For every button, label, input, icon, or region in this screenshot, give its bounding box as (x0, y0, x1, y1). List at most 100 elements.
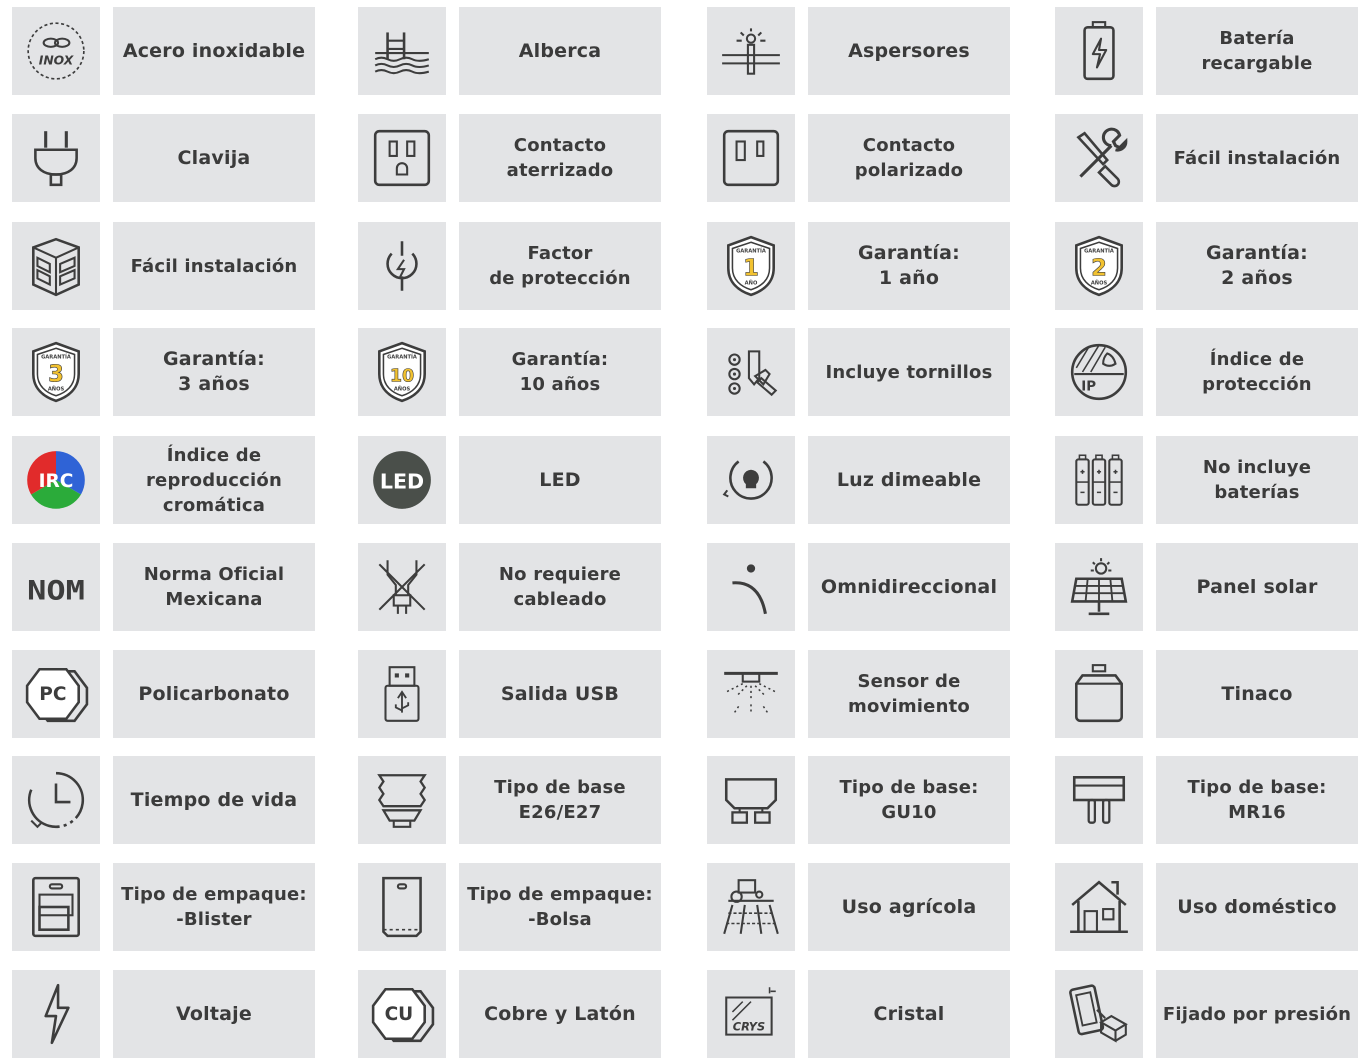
feature-label: Garantía: 1 año (808, 222, 1010, 310)
icon-tile (1055, 970, 1143, 1058)
svg-text:GARANTÍA: GARANTÍA (41, 353, 71, 361)
icon-tile (12, 114, 100, 202)
svg-text:PC: PC (39, 684, 66, 705)
feature-label: Sensor de movimiento (808, 650, 1010, 738)
icon-tile (707, 328, 795, 416)
gu10-base-icon (724, 778, 778, 824)
usb-output-icon (384, 666, 420, 722)
voltage-lightning-icon (44, 983, 70, 1045)
svg-text:NOM: NOM (27, 575, 85, 606)
feature-label: Garantía: 10 años (459, 328, 661, 416)
icon-tile (358, 650, 446, 738)
feature-label: Tipo de base: GU10 (808, 756, 1010, 844)
feature-label: Panel solar (1156, 543, 1358, 631)
feature-label: Alberca (459, 7, 661, 95)
feature-label: Contacto polarizado (808, 114, 1010, 202)
icon-tile (358, 756, 446, 844)
warranty-2-years-icon: GARANTÍA 2 AÑOS (1075, 235, 1123, 297)
mr16-base-icon (1072, 776, 1126, 824)
feature-label: Cristal (808, 970, 1010, 1058)
no-wiring-icon (378, 560, 426, 614)
feature-label: Contacto aterrizado (459, 114, 661, 202)
nom-icon: NOM (27, 575, 85, 606)
icon-tile (707, 650, 795, 738)
svg-text:LED: LED (380, 469, 424, 493)
icon-tile (12, 863, 100, 951)
warranty-3-years-icon: GARANTÍA 3 AÑOS (32, 341, 80, 403)
feature-label: Tiempo de vida (113, 756, 315, 844)
icon-tile: LED (358, 436, 446, 524)
icon-tile (707, 543, 795, 631)
icon-tile: GARANTÍA 10 AÑOS (358, 328, 446, 416)
icon-tile (12, 756, 100, 844)
polarized-outlet-icon (722, 129, 780, 187)
svg-text:IP: IP (1081, 380, 1096, 395)
feature-label: Acero inoxidable (113, 7, 315, 95)
warranty-1-year-icon: GARANTÍA 1 AÑO (727, 235, 775, 297)
svg-text:GARANTÍA: GARANTÍA (387, 353, 417, 361)
sprinkler-icon (722, 28, 780, 75)
svg-text:IRC: IRC (39, 471, 74, 492)
feature-label: Policarbonato (113, 650, 315, 738)
icon-tile (1055, 756, 1143, 844)
polycarbonate-icon: PC (25, 667, 89, 723)
svg-text:CU: CU (385, 1004, 414, 1025)
pool-icon (374, 32, 430, 75)
dimmable-light-icon (722, 460, 773, 500)
feature-label: Salida USB (459, 650, 661, 738)
bag-package-icon (382, 876, 422, 938)
icon-tile (1055, 7, 1143, 95)
clock-lifetime-icon (27, 771, 85, 829)
svg-text:GARANTÍA: GARANTÍA (736, 247, 766, 255)
feature-label: Fácil instalación (113, 222, 315, 310)
svg-text:AÑO: AÑO (745, 280, 758, 287)
feature-label: Aspersores (808, 7, 1010, 95)
icon-tile (1055, 863, 1143, 951)
icon-tile: CRYS (707, 970, 795, 1058)
svg-text:INOX: INOX (39, 53, 75, 67)
icon-tile: INOX (12, 7, 100, 95)
icon-tile (707, 863, 795, 951)
crystal-glass-icon: CRYS (725, 987, 776, 1036)
feature-label: Fijado por presión (1156, 970, 1358, 1058)
icon-tile: NOM (12, 543, 100, 631)
copper-brass-cu-icon: CU (371, 987, 435, 1043)
power-factor-icon (386, 241, 418, 291)
icon-tile (707, 756, 795, 844)
icon-tile (358, 7, 446, 95)
feature-label: Voltaje (113, 970, 315, 1058)
feature-label: Omnidireccional (808, 543, 1010, 631)
feature-label: No requiere cableado (459, 543, 661, 631)
svg-text:CRYS: CRYS (733, 1020, 765, 1034)
icon-tile: GARANTÍA 3 AÑOS (12, 328, 100, 416)
feature-label: Uso agrícola (808, 863, 1010, 951)
svg-text:1: 1 (743, 255, 759, 281)
icon-tile: IRC (12, 436, 100, 524)
icon-tile (12, 970, 100, 1058)
icon-tile (707, 436, 795, 524)
led-icon: LED (373, 451, 431, 509)
blister-package-icon (32, 876, 80, 938)
feature-label: Índice de reproducción cromática (113, 436, 315, 524)
solar-panel-icon (1070, 558, 1128, 616)
feature-label: Clavija (113, 114, 315, 202)
house-icon (1070, 880, 1128, 934)
feature-label: Garantía: 2 años (1156, 222, 1358, 310)
agricultural-tractor-icon (723, 879, 779, 935)
icon-tile: GARANTÍA 1 AÑO (707, 222, 795, 310)
easy-install-box-icon (32, 237, 80, 297)
feature-label: Tipo de empaque: -Blister (113, 863, 315, 951)
motion-sensor-icon (724, 671, 778, 713)
screws-icon (728, 350, 778, 397)
feature-label: Tipo de empaque: -Bolsa (459, 863, 661, 951)
svg-text:AÑOS: AÑOS (394, 386, 411, 393)
feature-label: Cobre y Latón (459, 970, 661, 1058)
omnidirectional-icon (732, 564, 767, 615)
water-tank-icon (1075, 664, 1123, 723)
feature-label: LED (459, 436, 661, 524)
feature-label: Garantía: 3 años (113, 328, 315, 416)
icon-tile (358, 543, 446, 631)
feature-label: Luz dimeable (808, 436, 1010, 524)
feature-label: Factor de protección (459, 222, 661, 310)
svg-text:2: 2 (1091, 255, 1107, 281)
